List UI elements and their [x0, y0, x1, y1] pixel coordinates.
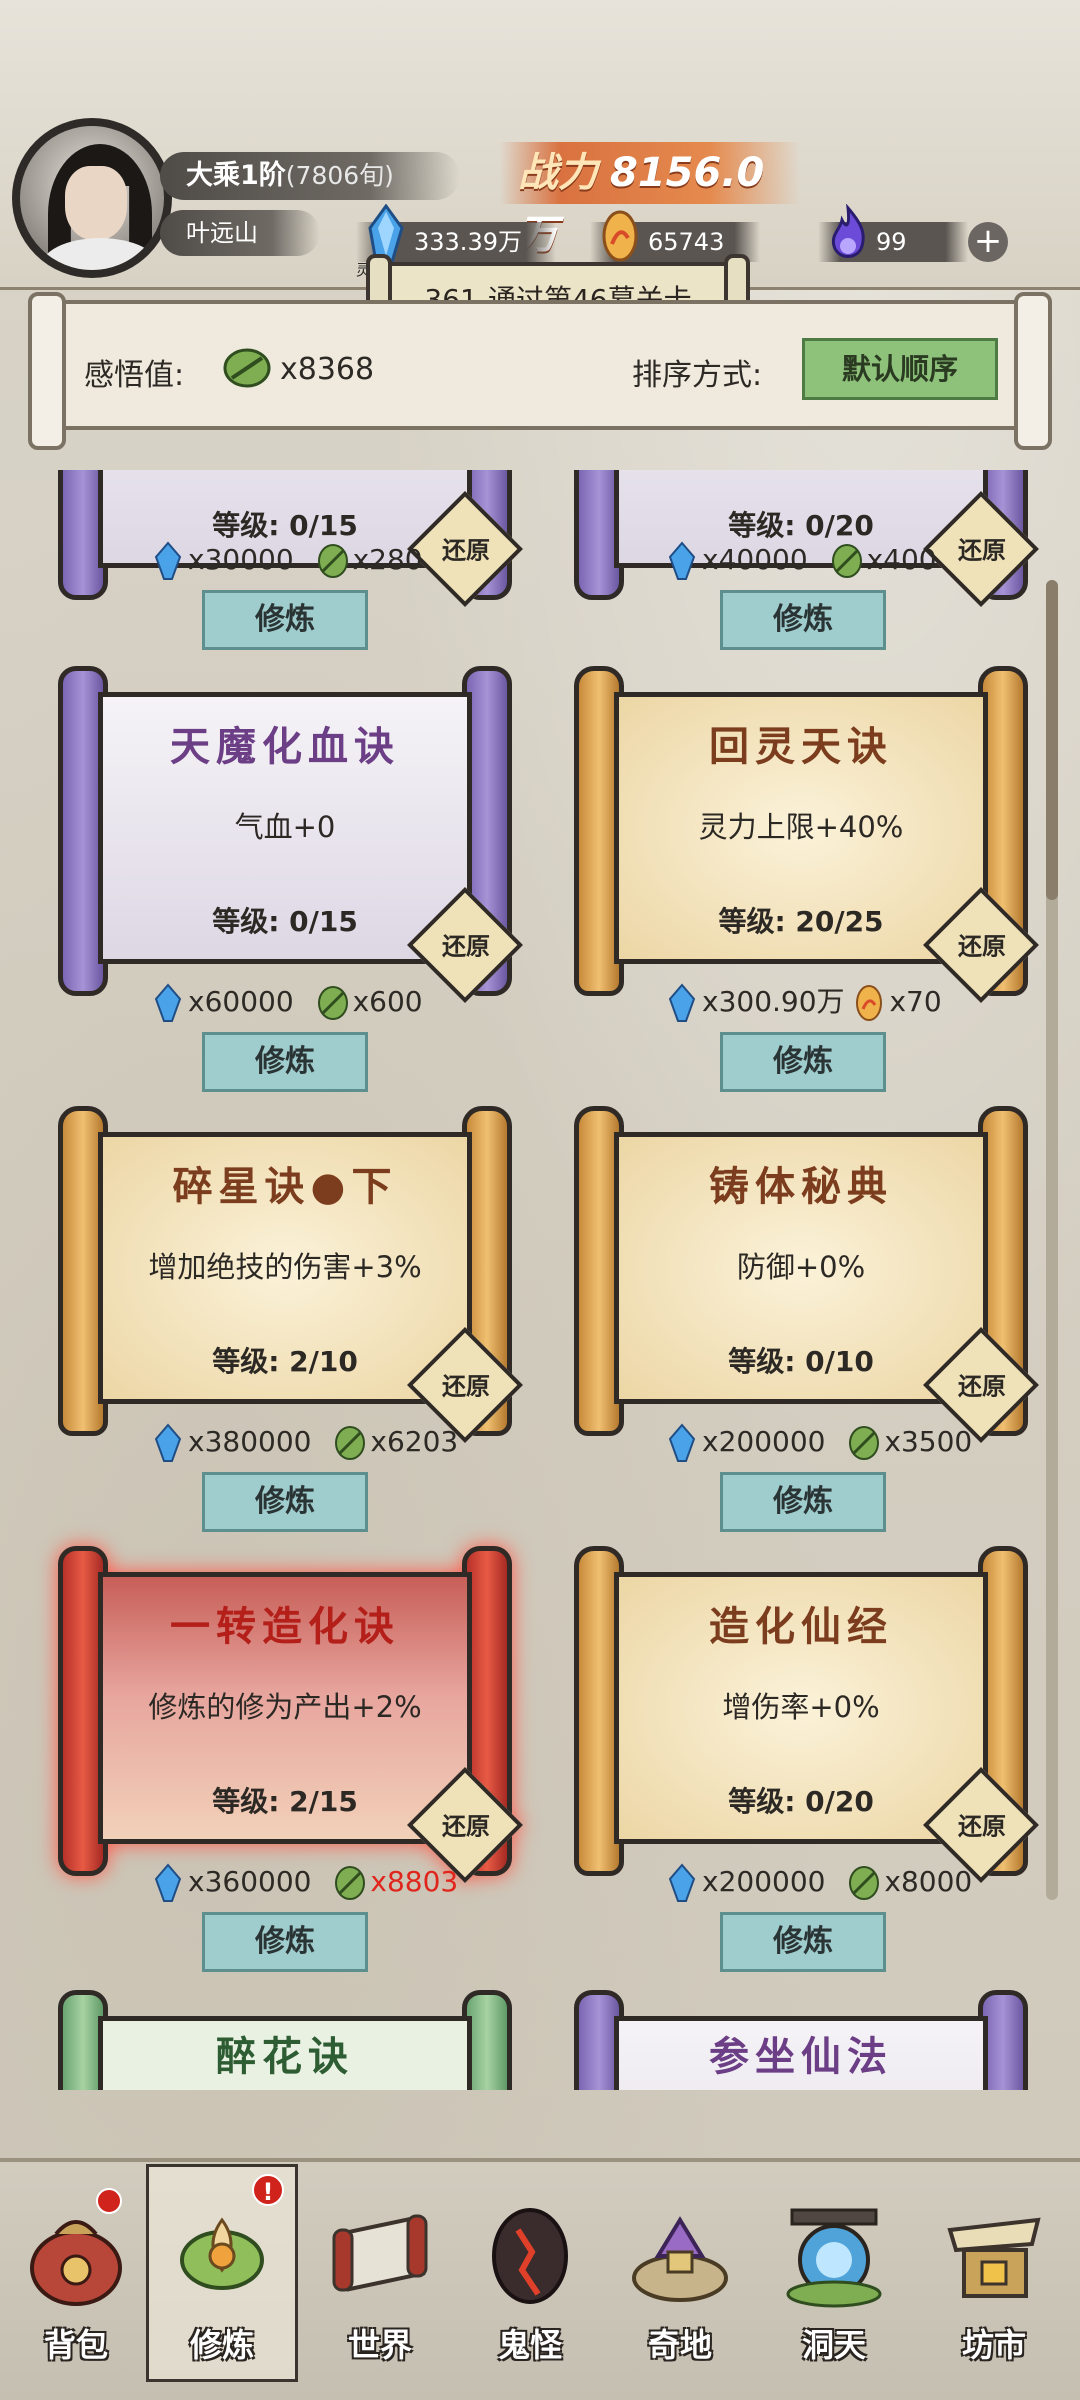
insight-label: 感悟值:	[84, 358, 185, 393]
market-stall-icon	[947, 2217, 1041, 2298]
spirit-crystal-icon	[154, 541, 182, 580]
technique-list[interactable]: 等级: 0/15 还原 等级: 0/20 还原 x30000 x280 修炼 x…	[0, 470, 1080, 2090]
insight-value: x8368	[280, 352, 375, 387]
pagoda-icon	[632, 2216, 728, 2302]
nav-wonderland[interactable]: 奇地	[610, 2180, 750, 2380]
leaf-token-icon	[223, 348, 271, 388]
portal-icon	[786, 2208, 882, 2308]
card-title: 造化仙经	[709, 1603, 893, 1650]
leaf-token-icon	[849, 1866, 880, 1900]
train-button[interactable]: 修炼	[202, 1912, 368, 1972]
scroll-map-icon	[332, 2214, 428, 2292]
cost-row: x380000 x6203	[152, 1420, 458, 1464]
technique-card-partial[interactable]: 醉花诀	[50, 1990, 520, 2090]
combat-power: 战力8156.0万	[500, 142, 800, 258]
leaf-token-icon	[317, 544, 348, 578]
notification-dot	[96, 2188, 122, 2214]
card-title: 参坐仙法	[709, 2033, 893, 2080]
train-button[interactable]: 修炼	[202, 1032, 368, 1092]
card-effect: 灵力上限+40%	[698, 810, 904, 844]
technique-card[interactable]: 造化仙经 增伤率+0% 等级: 0/20 还原	[566, 1546, 1039, 1883]
cost-row: x40000 x400	[666, 538, 937, 582]
card-title: 碎星诀●下	[172, 1163, 398, 1210]
power-label: 战力	[518, 149, 598, 196]
card-effect: 修炼的修为产出+2%	[148, 1690, 422, 1724]
card-effect: 增加绝技的伤害+3%	[148, 1250, 422, 1284]
technique-card-highlighted[interactable]: 一转造化诀 修炼的修为产出+2% 等级: 2/15 还原	[50, 1546, 523, 1883]
cost-row: x300.90万 x70	[666, 980, 942, 1024]
purple-flame-resource: 99	[818, 204, 968, 262]
card-title: 一转造化诀	[170, 1603, 400, 1650]
rank-text: 大乘1阶	[186, 160, 286, 191]
nav-cultivate[interactable]: ! 修炼	[146, 2164, 298, 2382]
train-button[interactable]: 修炼	[202, 590, 368, 650]
leaf-token-icon	[849, 1426, 880, 1460]
nav-cave-heaven[interactable]: 洞天	[764, 2180, 904, 2380]
cost-row: x360000 x8803	[152, 1860, 458, 1904]
card-title: 醉花诀	[216, 2033, 354, 2080]
spirit-crystal-icon	[668, 1423, 696, 1462]
technique-card[interactable]: 回灵天诀 灵力上限+40% 等级: 20/25 还原	[566, 666, 1039, 1003]
card-level: 等级: 0/20	[728, 1785, 874, 1818]
technique-card-partial[interactable]: 参坐仙法	[566, 1990, 1036, 2090]
cost-row: x200000 x3500	[666, 1420, 972, 1464]
spirit-crystal-icon	[154, 983, 182, 1022]
leaf-token-icon	[831, 544, 862, 578]
demon-egg-icon	[492, 2208, 568, 2304]
add-resource-button[interactable]: +	[968, 222, 1008, 262]
sort-label: 排序方式:	[632, 358, 763, 393]
spirit-crystal-icon	[154, 1423, 182, 1462]
realm-rank: 大乘1阶(7806旬)	[160, 152, 460, 200]
card-level: 等级: 2/15	[212, 1785, 358, 1818]
card-level: 等级: 20/25	[718, 905, 884, 938]
card-effect: 防御+0%	[736, 1250, 866, 1284]
cost-row: x200000 x8000	[666, 1860, 972, 1904]
nav-demons[interactable]: 鬼怪	[460, 2180, 600, 2380]
cost-row: x30000 x280	[152, 538, 423, 582]
card-level: 等级: 0/15	[212, 905, 358, 938]
sort-order-button[interactable]: 默认顺序	[802, 338, 998, 400]
train-button[interactable]: 修炼	[202, 1472, 368, 1532]
insufficient-cost: x8803	[370, 1865, 459, 1898]
resource-value: 99	[876, 228, 907, 256]
leaf-token-icon	[335, 1426, 366, 1460]
player-avatar[interactable]	[12, 118, 172, 278]
technique-card[interactable]: 天魔化血诀 气血+0 等级: 0/15 还原	[50, 666, 523, 1003]
purple-flame-icon	[831, 204, 865, 258]
nav-world[interactable]: 世界	[310, 2180, 450, 2380]
train-button[interactable]: 修炼	[720, 1912, 886, 1972]
creation-stone-icon	[856, 985, 883, 1021]
card-effect: 气血+0	[234, 810, 336, 844]
spirit-crystal-icon	[668, 1863, 696, 1902]
nav-bag[interactable]: 背包	[6, 2180, 146, 2380]
leaf-token-icon	[317, 986, 348, 1020]
train-button[interactable]: 修炼	[720, 1032, 886, 1092]
leaf-token-icon	[335, 1866, 366, 1900]
player-name: 叶远山	[160, 210, 320, 256]
train-button[interactable]: 修炼	[720, 1472, 886, 1532]
spirit-crystal-icon	[154, 1863, 182, 1902]
lotus-icon	[180, 2217, 264, 2290]
card-title: 天魔化血诀	[170, 723, 400, 770]
resource-value: 333.39万	[414, 228, 522, 256]
cost-row: x60000 x600	[152, 980, 423, 1024]
card-title: 回灵天诀	[709, 723, 893, 770]
nav-market[interactable]: 坊市	[924, 2180, 1064, 2380]
train-button[interactable]: 修炼	[720, 590, 886, 650]
card-title: 铸体秘典	[709, 1163, 893, 1210]
list-scroll-thumb[interactable]	[1046, 580, 1058, 900]
resource-value: 65743	[648, 228, 725, 256]
card-level: 等级: 2/10	[212, 1345, 358, 1378]
technique-card[interactable]: 铸体秘典 防御+0% 等级: 0/10 还原	[566, 1106, 1039, 1443]
card-effect: 增伤率+0%	[722, 1690, 880, 1724]
technique-card[interactable]: 碎星诀●下 增加绝技的伤害+3% 等级: 2/10 还原	[50, 1106, 523, 1443]
alert-badge: !	[252, 2174, 284, 2206]
spirit-crystal-icon	[668, 541, 696, 580]
card-level: 等级: 0/10	[728, 1345, 874, 1378]
spirit-crystal-icon	[668, 983, 696, 1022]
rank-duration: (7806旬)	[285, 161, 394, 190]
